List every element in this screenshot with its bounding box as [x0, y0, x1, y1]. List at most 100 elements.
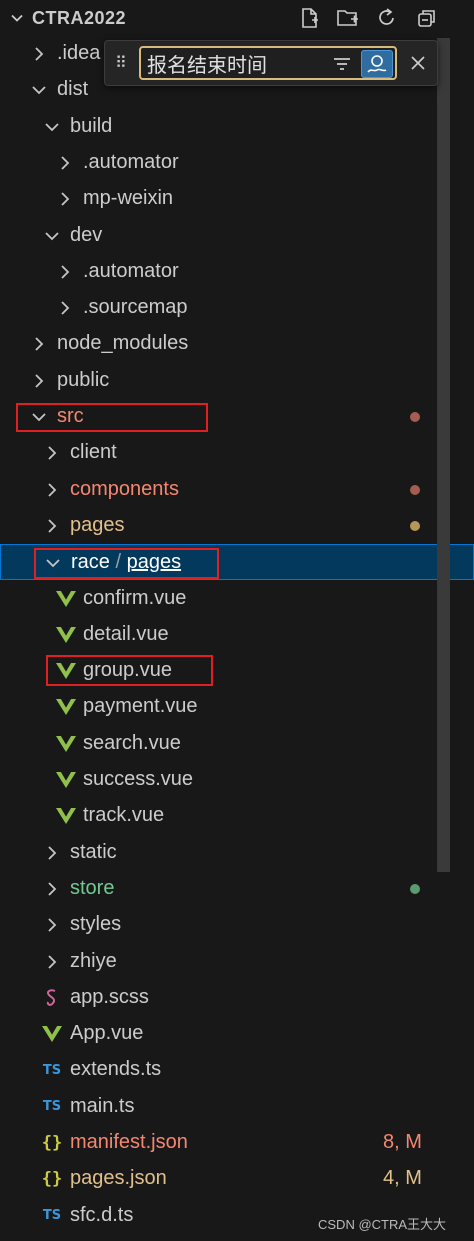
json-file-icon: {} [41, 1133, 63, 1153]
tree-item-label: pages.json [70, 1167, 167, 1190]
tree-file-row[interactable]: app.scss [0, 980, 474, 1016]
typescript-file-icon: TS [42, 1062, 62, 1078]
tree-file-row[interactable]: {} pages.json 4, M [0, 1161, 474, 1197]
drag-handle-icon[interactable]: ⠿ [115, 53, 127, 73]
chevron-right-icon [30, 45, 48, 63]
tree-file-row[interactable]: TS extends.ts [0, 1052, 474, 1088]
tree-item-label: confirm.vue [83, 586, 187, 609]
tree-folder-row[interactable]: .automator [0, 145, 474, 181]
tree-folder-row[interactable]: dev [0, 218, 474, 254]
typescript-file-icon: TS [42, 1099, 62, 1115]
new-folder-icon[interactable] [334, 4, 362, 32]
tree-folder-row[interactable]: client [0, 435, 474, 471]
tree-item-label: zhiye [70, 949, 117, 972]
typescript-file-icon: TS [42, 1208, 62, 1224]
chevron-right-icon [56, 263, 74, 281]
filter-icon[interactable] [329, 53, 355, 75]
highlight-box-group-vue [46, 655, 213, 686]
tree-folder-row[interactable]: node_modules [0, 326, 474, 362]
tree-item-label: success.vue [83, 768, 194, 790]
chevron-right-icon [43, 517, 61, 535]
watermark: CSDN @CTRA王大大 [318, 1217, 447, 1232]
tree-file-row[interactable]: TS main.ts [0, 1089, 474, 1125]
fuzzy-match-toggle-icon[interactable] [361, 50, 393, 78]
highlight-box-src [16, 403, 208, 432]
tree-item-label: App.vue [70, 1022, 144, 1045]
chevron-right-icon [56, 154, 74, 172]
vue-file-icon [40, 1025, 64, 1043]
tree-item-label: public [57, 368, 110, 391]
vue-file-icon [54, 626, 78, 644]
tree-folder-row[interactable]: store [0, 871, 474, 907]
collapse-all-icon[interactable] [413, 4, 441, 32]
refresh-icon[interactable] [373, 4, 401, 32]
tree-item-label: .sourcemap [83, 296, 188, 319]
tree-folder-row[interactable]: mp-weixin [0, 181, 474, 217]
tree-item-label: search.vue [83, 731, 181, 754]
tree-item-label: .automator [83, 150, 179, 173]
tree-item-label: mp-weixin [83, 187, 174, 210]
tree-item-label: sfc.d.ts [70, 1203, 134, 1226]
tree-file-row[interactable]: payment.vue [0, 689, 474, 725]
tree-item-label: pages [70, 513, 125, 536]
tree-folder-row[interactable]: pages [0, 508, 474, 544]
chevron-right-icon [43, 844, 61, 862]
tree-item-label: static [70, 840, 117, 863]
tree-item-label: styles [70, 913, 122, 936]
tree-item-label: dev [70, 223, 103, 246]
vue-file-icon [54, 771, 78, 789]
tree-file-row[interactable]: {} manifest.json 8, M [0, 1125, 474, 1161]
tree-item-label: dist [57, 78, 89, 101]
scrollbar-thumb[interactable] [437, 38, 450, 872]
chevron-down-icon[interactable] [9, 10, 25, 31]
json-file-icon: {} [41, 1169, 63, 1190]
tree-folder-row[interactable]: .sourcemap [0, 290, 474, 326]
tree-item-label: node_modules [57, 332, 189, 355]
find-field[interactable] [139, 46, 397, 80]
tree-folder-row[interactable]: zhiye [0, 944, 474, 980]
tree-item-label: extends.ts [70, 1058, 162, 1081]
explorer-header[interactable]: CTRA2022 [0, 0, 474, 38]
close-icon[interactable] [407, 52, 429, 74]
tree-folder-row[interactable]: .automator [0, 254, 474, 290]
chevron-right-icon [43, 481, 61, 499]
tree-folder-row[interactable]: build [0, 109, 474, 145]
chevron-down-icon [43, 118, 61, 136]
tree-folder-row[interactable]: styles [0, 907, 474, 943]
chevron-right-icon [43, 916, 61, 934]
highlight-box-race-pages [34, 548, 219, 579]
problem-count-badge: 4, M [383, 1167, 422, 1190]
tree-file-row[interactable]: detail.vue [0, 617, 474, 653]
tree-folder-row[interactable]: components [0, 472, 474, 508]
git-status-dot [410, 412, 420, 422]
tree-item-label: components [70, 477, 179, 500]
tree-item-label: build [70, 114, 113, 137]
tree-item-label: .automator [83, 259, 179, 282]
tree-item-label: detail.vue [83, 622, 169, 645]
vue-file-icon [54, 807, 78, 825]
vue-file-icon [54, 590, 78, 608]
chevron-down-icon [43, 227, 61, 245]
tree-item-label: client [70, 441, 117, 464]
tree-item-label: main.ts [70, 1094, 135, 1117]
new-file-icon[interactable] [295, 4, 323, 32]
chevron-right-icon [43, 444, 61, 462]
tree-file-row[interactable]: success.vue [0, 762, 474, 798]
tree-file-row[interactable]: App.vue [0, 1016, 474, 1052]
tree-file-row[interactable]: track.vue [0, 798, 474, 834]
chevron-right-icon [56, 190, 74, 208]
tree-file-row[interactable]: search.vue [0, 726, 474, 762]
chevron-right-icon [30, 335, 48, 353]
chevron-right-icon [43, 880, 61, 898]
tree-folder-row[interactable]: static [0, 835, 474, 871]
find-input[interactable] [147, 52, 319, 74]
find-widget: ⠿ [104, 40, 438, 86]
chevron-right-icon [56, 299, 74, 317]
tree-item-label: payment.vue [83, 695, 198, 718]
tree-file-row[interactable]: confirm.vue [0, 581, 474, 617]
chevron-right-icon [43, 953, 61, 971]
vue-file-icon [54, 735, 78, 753]
tree-folder-row[interactable]: public [0, 363, 474, 399]
git-status-dot [410, 484, 420, 495]
git-status-dot [410, 520, 420, 531]
